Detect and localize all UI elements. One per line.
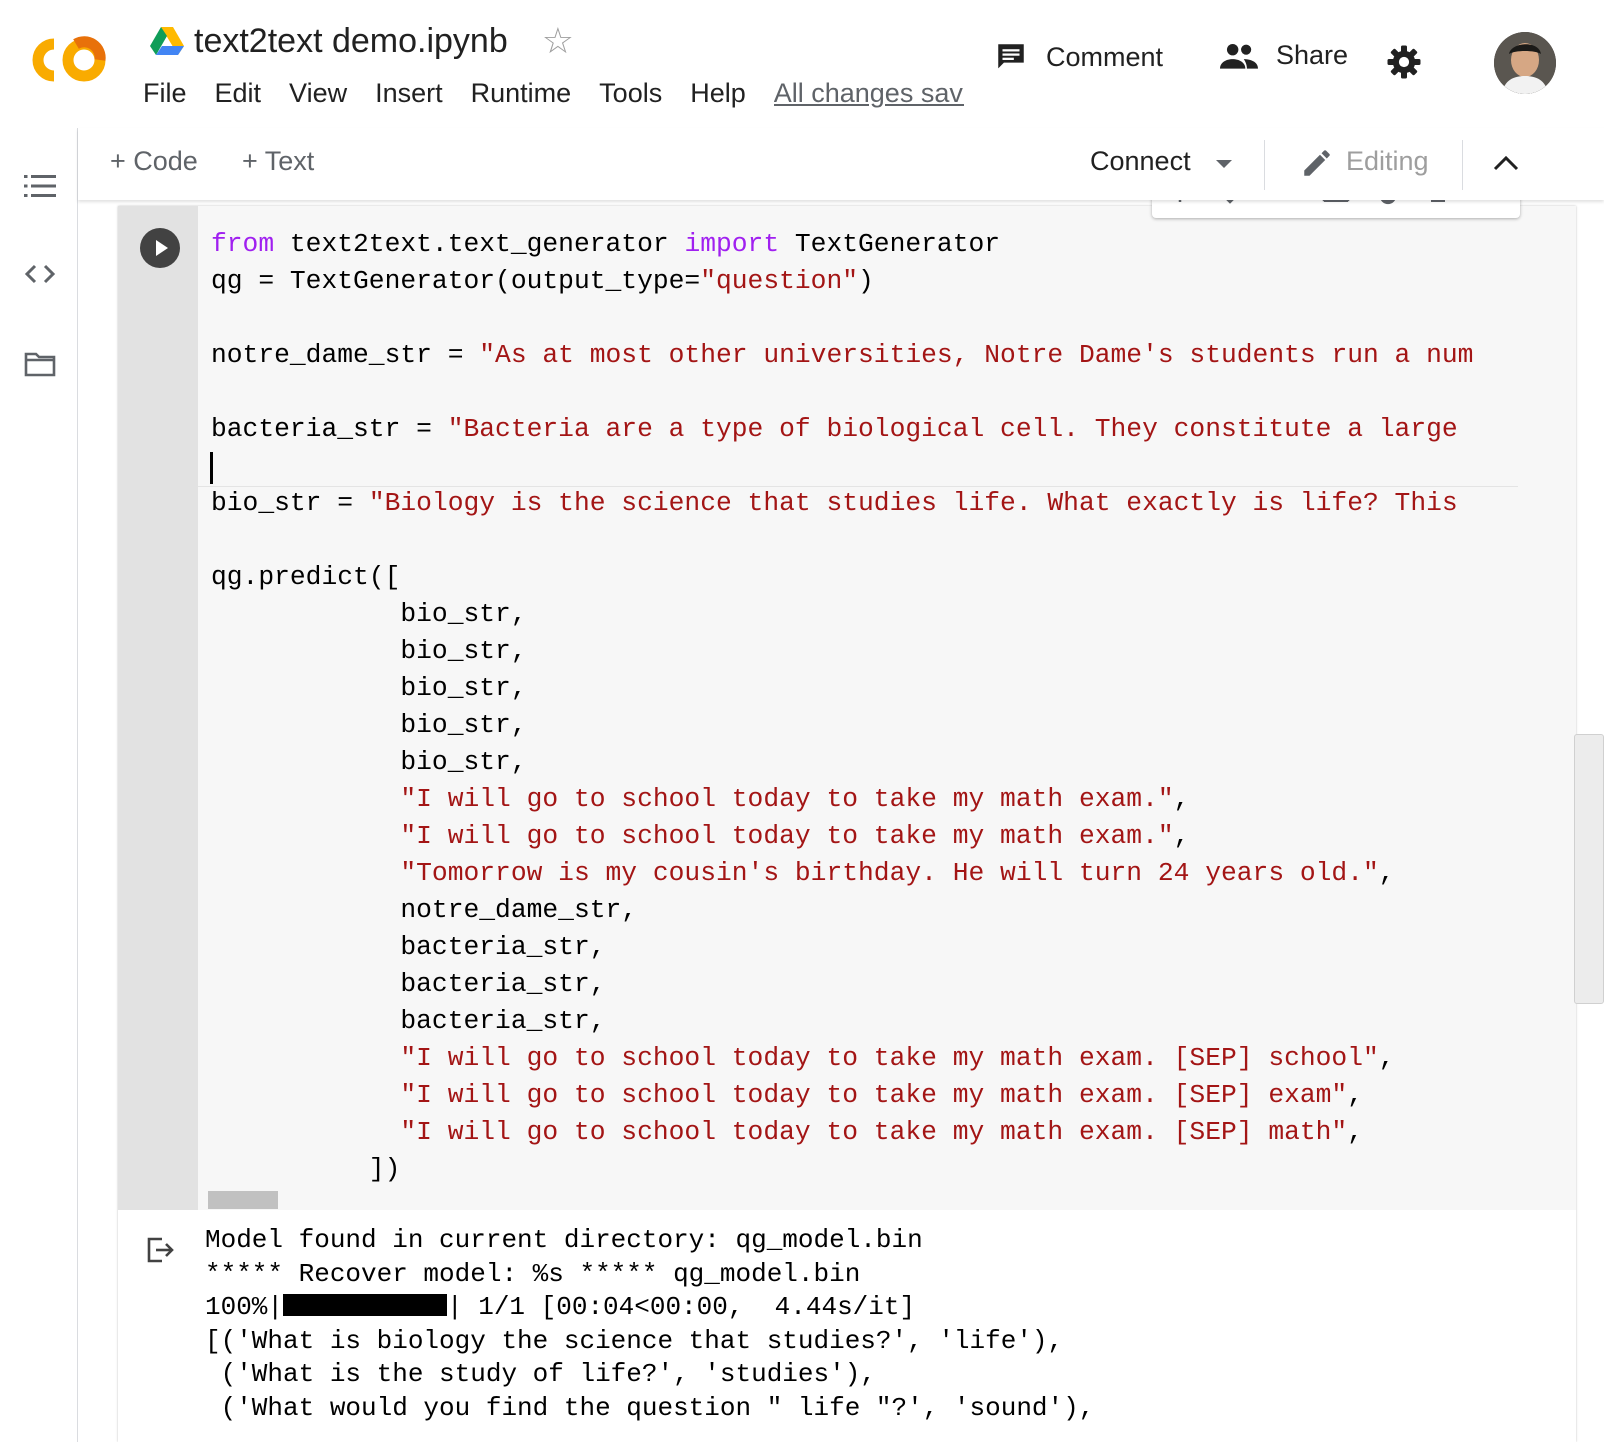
menu-runtime[interactable]: Runtime: [471, 78, 572, 109]
toolbar-divider: [1462, 140, 1463, 190]
vertical-scrollbar[interactable]: [1574, 734, 1604, 1004]
progress-percent: 100%|: [205, 1292, 284, 1322]
comment-icon: [998, 44, 1024, 69]
code-line[interactable]: "I will go to school today to take my ma…: [211, 1114, 1571, 1151]
table-of-contents-icon[interactable]: [24, 172, 56, 200]
files-folder-icon[interactable]: [24, 350, 56, 378]
output-text: Model found in current directory: qg_mod…: [205, 1224, 1094, 1425]
add-code-cell-button[interactable]: + Code: [110, 146, 198, 177]
code-editor[interactable]: from text2text.text_generator import Tex…: [211, 226, 1571, 1216]
google-drive-icon[interactable]: [150, 26, 184, 56]
run-cell-button[interactable]: [140, 228, 180, 268]
code-line[interactable]: bio_str,: [211, 670, 1571, 707]
code-line[interactable]: bio_str,: [211, 596, 1571, 633]
menu-help[interactable]: Help: [690, 78, 746, 109]
output-line: [('What is biology the science that stud…: [205, 1325, 1064, 1356]
code-line[interactable]: ​: [211, 374, 1571, 411]
code-line[interactable]: "I will go to school today to take my ma…: [211, 781, 1571, 818]
connect-dropdown-caret-icon[interactable]: [1214, 158, 1234, 170]
add-text-cell-button[interactable]: + Text: [242, 146, 314, 177]
share-label: Share: [1276, 40, 1349, 70]
notebook-title[interactable]: text2text demo.ipynb: [194, 22, 508, 61]
menu-view[interactable]: View: [289, 78, 347, 109]
app-header: text2text demo.ipynb ☆ File Edit View In…: [0, 0, 1604, 129]
code-line[interactable]: bacteria_str,: [211, 1003, 1571, 1040]
code-line[interactable]: bacteria_str,: [211, 929, 1571, 966]
save-status-link[interactable]: All changes saved: [774, 78, 964, 109]
code-line[interactable]: from text2text.text_generator import Tex…: [211, 226, 1571, 263]
code-line[interactable]: notre_dame_str = "As at most other unive…: [211, 337, 1571, 374]
code-line[interactable]: bio_str,: [211, 633, 1571, 670]
editing-mode-button[interactable]: Editing: [1346, 146, 1429, 177]
share-button[interactable]: Share: [1220, 40, 1348, 71]
menu-edit[interactable]: Edit: [215, 78, 262, 109]
collapse-header-chevron-up-icon[interactable]: [1492, 152, 1520, 174]
toolbar-divider: [1264, 140, 1265, 190]
title-row: text2text demo.ipynb ☆: [150, 18, 574, 64]
cell-gutter: [118, 206, 198, 1220]
code-line[interactable]: ​: [211, 300, 1571, 337]
output-line: Model found in current directory: qg_mod…: [205, 1225, 923, 1255]
menu-bar: File Edit View Insert Runtime Tools Help…: [143, 78, 992, 109]
code-line[interactable]: bacteria_str = "Bacteria are a type of b…: [211, 411, 1571, 448]
progress-line: 100%| | 1/1 [00:04<00:00, 4.44s/it]: [205, 1291, 1094, 1325]
code-line[interactable]: ​: [211, 522, 1571, 559]
horizontal-scrollbar[interactable]: [208, 1191, 278, 1209]
code-line[interactable]: bio_str = "Biology is the science that s…: [211, 485, 1571, 522]
output-line: ***** Recover model: %s ***** qg_model.b…: [205, 1258, 861, 1289]
code-line[interactable]: "Tomorrow is my cousin's birthday. He wi…: [211, 855, 1571, 892]
cell-output: Model found in current directory: qg_mod…: [118, 1210, 1576, 1442]
people-icon: [1220, 43, 1258, 69]
code-line[interactable]: bio_str,: [211, 707, 1571, 744]
code-line[interactable]: qg = TextGenerator(output_type="question…: [211, 263, 1571, 300]
colab-logo[interactable]: [26, 30, 112, 90]
pencil-edit-icon: [1304, 150, 1330, 176]
avatar-portrait-icon: [1494, 32, 1556, 94]
play-icon: [156, 240, 168, 256]
settings-gear-icon[interactable]: [1386, 44, 1422, 80]
connect-button[interactable]: Connect: [1090, 146, 1191, 177]
progress-bar: [283, 1294, 448, 1316]
comment-label: Comment: [1046, 41, 1164, 72]
code-line[interactable]: "I will go to school today to take my ma…: [211, 818, 1571, 855]
code-line[interactable]: notre_dame_str,: [211, 892, 1571, 929]
code-cell[interactable]: from text2text.text_generator import Tex…: [118, 206, 1576, 1442]
code-line[interactable]: ​: [211, 448, 1571, 485]
menu-insert[interactable]: Insert: [375, 78, 443, 109]
comment-button[interactable]: Comment: [994, 40, 1163, 74]
output-line: ('What is the study of life?', 'studies'…: [205, 1359, 876, 1389]
code-line[interactable]: ]): [211, 1151, 1571, 1188]
code-line[interactable]: bio_str,: [211, 744, 1571, 781]
code-line[interactable]: "I will go to school today to take my ma…: [211, 1040, 1571, 1077]
star-icon[interactable]: ☆: [542, 23, 574, 59]
menu-tools[interactable]: Tools: [599, 78, 662, 109]
notebook-toolbar: + Code + Text Connect Editing: [78, 128, 1604, 200]
code-line[interactable]: "I will go to school today to take my ma…: [211, 1077, 1571, 1114]
code-snippets-icon[interactable]: [24, 260, 56, 288]
code-line[interactable]: bacteria_str,: [211, 966, 1571, 1003]
menu-file[interactable]: File: [143, 78, 187, 109]
output-line: ('What would you find the question " lif…: [205, 1392, 1095, 1423]
user-avatar[interactable]: [1494, 32, 1556, 94]
code-line[interactable]: qg.predict([: [211, 559, 1571, 596]
left-sidebar: [0, 128, 78, 1442]
progress-stats: | 1/1 [00:04<00:00, 4.44s/it]: [447, 1292, 916, 1322]
output-actions-icon[interactable]: [146, 1236, 176, 1264]
